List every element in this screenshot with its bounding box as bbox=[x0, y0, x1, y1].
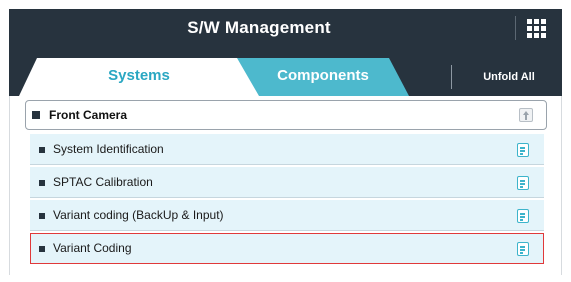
list-item-selected[interactable]: Variant Coding bbox=[30, 233, 544, 264]
collapse-icon[interactable] bbox=[519, 108, 533, 122]
system-list: Front Camera System Identification SPTAC… bbox=[9, 96, 562, 275]
list-item[interactable]: Variant coding (BackUp & Input) bbox=[30, 200, 544, 231]
document-icon[interactable] bbox=[517, 209, 529, 223]
title-divider bbox=[515, 16, 516, 40]
document-icon[interactable] bbox=[517, 176, 529, 190]
list-item-label: System Identification bbox=[53, 142, 164, 156]
grid-menu-icon[interactable] bbox=[524, 17, 548, 39]
page-title: S/W Management bbox=[187, 18, 331, 37]
tab-divider bbox=[451, 65, 452, 89]
document-icon[interactable] bbox=[517, 143, 529, 157]
bullet-icon bbox=[39, 147, 45, 153]
list-item[interactable]: System Identification bbox=[30, 134, 544, 165]
sw-management-window: S/W Management Components Systems Unfold… bbox=[9, 9, 562, 275]
tab-bar: Components Systems Unfold All bbox=[9, 47, 562, 96]
bullet-icon bbox=[39, 180, 45, 186]
list-item-label: Variant coding (BackUp & Input) bbox=[53, 208, 224, 222]
title-bar: S/W Management bbox=[9, 9, 562, 47]
tab-systems[interactable]: Systems bbox=[19, 58, 259, 96]
bullet-icon bbox=[39, 246, 45, 252]
unfold-all-button[interactable]: Unfold All bbox=[464, 65, 554, 89]
list-item[interactable]: SPTAC Calibration bbox=[30, 167, 544, 198]
tab-components-label: Components bbox=[277, 67, 369, 84]
tab-systems-label: Systems bbox=[108, 67, 170, 84]
bullet-icon bbox=[39, 213, 45, 219]
group-header-front-camera[interactable]: Front Camera bbox=[25, 100, 547, 130]
bullet-icon bbox=[32, 111, 40, 119]
list-item-label: Variant Coding bbox=[53, 241, 132, 255]
group-label: Front Camera bbox=[49, 108, 128, 122]
list-item-label: SPTAC Calibration bbox=[53, 175, 153, 189]
document-icon[interactable] bbox=[517, 242, 529, 256]
